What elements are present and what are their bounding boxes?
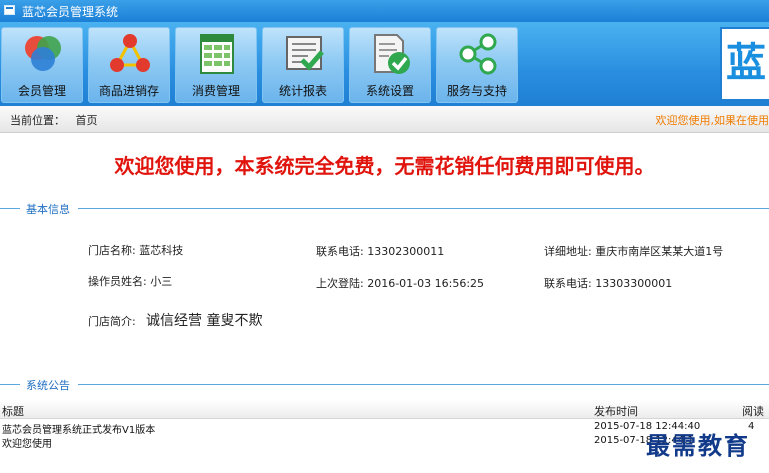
breadcrumb-label: 当前位置：: [10, 114, 65, 127]
contact-phone: 联系电话: 13302300011: [316, 245, 445, 258]
row-title[interactable]: 蓝芯会员管理系统正式发布V1版本: [2, 421, 155, 436]
spreadsheet-icon: [200, 34, 234, 74]
brand-char: 蓝: [726, 40, 766, 86]
window-title: 蓝芯会员管理系统: [22, 5, 119, 19]
announcement-header: 系统公告: [0, 377, 769, 392]
divider: [0, 384, 20, 385]
member-icon: [25, 36, 61, 71]
store-name: 门店名称: 蓝芯科技: [88, 244, 184, 257]
divider: [78, 208, 769, 209]
toolbar-settings-button[interactable]: 系统设置: [349, 27, 431, 103]
welcome-marquee: 欢迎您使用,如果在使用: [655, 114, 769, 127]
toolbar-report-button[interactable]: 统计报表: [262, 27, 344, 103]
inventory-icon: [110, 34, 150, 72]
toolbar-label: 消费管理: [191, 84, 240, 98]
divider: [78, 384, 769, 385]
main-toolbar: 会员管理 商品进销存 消费管理 统计报表 系统设置 服务与支持: [0, 22, 769, 106]
column-time[interactable]: 发布时间: [594, 403, 638, 419]
intro-label: 门店简介:: [88, 315, 136, 328]
toolbar-inventory-button[interactable]: 商品进销存: [88, 27, 170, 103]
report-icon: [286, 36, 324, 71]
toolbar-label: 会员管理: [17, 84, 66, 98]
store-intro: 诚信经营 童叟不欺: [146, 313, 263, 329]
share-icon: [459, 33, 497, 75]
toolbar-label: 系统设置: [365, 84, 414, 98]
breadcrumb: 当前位置： 首页: [10, 112, 98, 128]
breadcrumb-current: 首页: [75, 114, 98, 127]
toolbar-label: 统计报表: [278, 84, 327, 98]
last-login: 上次登陆: 2016-01-03 16:56:25: [316, 277, 485, 290]
settings-doc-icon: [374, 34, 410, 74]
announcement-table-header: 标题 发布时间 阅读: [0, 400, 769, 419]
toolbar-label: 服务与支持: [446, 84, 507, 98]
app-icon: [4, 5, 15, 15]
contact-phone-2: 联系电话: 13303300001: [544, 277, 673, 290]
section-title: 基本信息: [26, 203, 70, 216]
brand-logo: 蓝: [720, 27, 769, 101]
toolbar-consumption-button[interactable]: 消费管理: [175, 27, 257, 103]
toolbar-label: 商品进销存: [98, 84, 159, 98]
column-title[interactable]: 标题: [2, 403, 24, 419]
location-bar: 当前位置： 首页 欢迎您使用,如果在使用: [0, 106, 769, 133]
toolbar-member-button[interactable]: 会员管理: [1, 27, 83, 103]
row-title[interactable]: 欢迎您使用: [2, 435, 52, 450]
store-address: 详细地址: 重庆市南岸区某某大道1号: [544, 245, 724, 258]
basic-info-header: 基本信息: [0, 201, 769, 216]
operator-name: 操作员姓名: 小三: [88, 275, 173, 288]
toolbar-support-button[interactable]: 服务与支持: [436, 27, 518, 103]
column-reads[interactable]: 阅读: [742, 403, 764, 419]
title-bar: 蓝芯会员管理系统: [0, 0, 769, 22]
welcome-banner: 欢迎您使用，本系统完全免费，无需花销任何费用即可使用。: [114, 154, 655, 178]
section-title: 系统公告: [26, 379, 70, 392]
watermark-logo: 最需教育: [646, 431, 750, 460]
divider: [0, 208, 20, 209]
